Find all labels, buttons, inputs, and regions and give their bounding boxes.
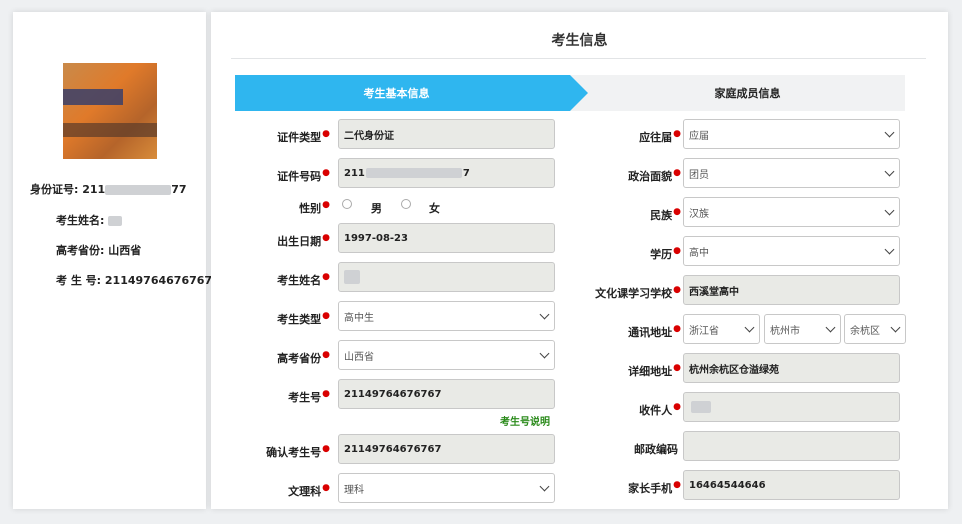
id-number-field[interactable]: 211 7 [338, 158, 555, 188]
chevron-down-icon [884, 127, 895, 138]
student-type-select[interactable]: 高中生 [338, 301, 555, 331]
address-district-select[interactable]: 余杭区 [844, 314, 906, 344]
recipient-field[interactable] [683, 392, 900, 422]
profile-id-prefix: 211 [82, 183, 106, 196]
gender-male-radio[interactable] [342, 199, 352, 209]
label-province: 高考省份● [277, 350, 330, 365]
id-type-field[interactable]: 二代身份证 [338, 119, 555, 149]
label-subject: 文理科● [288, 483, 330, 498]
profile-id-label: 身份证号: [30, 183, 79, 196]
label-address: 通讯地址● [628, 324, 681, 339]
chevron-down-icon [890, 322, 901, 333]
label-student-type: 考生类型● [277, 311, 330, 326]
label-name: 考生姓名● [277, 272, 330, 287]
redacted-mask [108, 216, 123, 226]
tab-arrow-indicator [570, 75, 588, 111]
chevron-down-icon [744, 322, 755, 333]
chevron-down-icon [825, 322, 836, 333]
redacted-mask [365, 168, 462, 178]
profile-name-line: 考生姓名: [56, 212, 123, 228]
label-grad-status: 应往届● [639, 129, 681, 144]
student-info-panel: 考生信息 考生基本信息 家庭成员信息 证件类型● 二代身份证 证件号码● 211… [211, 12, 948, 509]
redacted-mask [691, 401, 711, 413]
tab-family-info[interactable]: 家庭成员信息 [570, 75, 905, 111]
gender-female-label: 女 [429, 202, 440, 215]
label-birth-date: 出生日期● [277, 233, 330, 248]
exam-no-help-link[interactable]: 考生号说明 [500, 413, 550, 428]
label-education: 学历● [650, 246, 681, 261]
redacted-mask [105, 185, 172, 195]
profile-name-label: 考生姓名: [56, 214, 105, 227]
ethnicity-select[interactable]: 汉族 [683, 197, 900, 227]
chevron-down-icon [884, 205, 895, 216]
label-school: 文化课学习学校● [595, 285, 681, 300]
gender-male-label: 男 [371, 202, 382, 215]
label-ethnicity: 民族● [650, 207, 681, 222]
redacted-mask [344, 270, 360, 284]
postcode-field[interactable] [683, 431, 900, 461]
birth-date-field[interactable]: 1997-08-23 [338, 223, 555, 253]
label-id-number: 证件号码● [277, 168, 330, 183]
chevron-down-icon [539, 348, 550, 359]
exam-no-field[interactable]: 21149764676767 [338, 379, 555, 409]
detail-address-field[interactable]: 杭州余杭区仓溢绿苑 [683, 353, 900, 383]
profile-province-line: 高考省份: 山西省 [56, 242, 141, 258]
label-recipient: 收件人● [639, 402, 681, 417]
profile-province-label: 高考省份: [56, 244, 105, 257]
avatar [63, 63, 157, 159]
chevron-down-icon [539, 481, 550, 492]
chevron-down-icon [884, 166, 895, 177]
political-select[interactable]: 团员 [683, 158, 900, 188]
chevron-down-icon [884, 244, 895, 255]
profile-province-value: 山西省 [108, 244, 142, 257]
school-field[interactable]: 西溪堂高中 [683, 275, 900, 305]
avatar-blur-band [63, 123, 157, 137]
label-postcode: 邮政编码 [634, 443, 678, 456]
profile-exam-no-line: 考 生 号: 21149764676767 [56, 272, 212, 288]
profile-exam-no-value: 21149764676767 [104, 274, 213, 287]
label-gender: 性别● [299, 200, 330, 215]
title-divider [231, 58, 926, 59]
address-city-select[interactable]: 杭州市 [764, 314, 841, 344]
gender-female-radio[interactable] [401, 199, 411, 209]
education-select[interactable]: 高中 [683, 236, 900, 266]
label-parent-phone: 家长手机● [628, 480, 681, 495]
address-province-select[interactable]: 浙江省 [683, 314, 760, 344]
profile-exam-no-label: 考 生 号: [56, 274, 102, 287]
chevron-down-icon [539, 309, 550, 320]
profile-card: 身份证号: 211 77 考生姓名: 高考省份: 山西省 考 生 号: 21149… [13, 12, 212, 509]
subject-select[interactable]: 理科 [338, 473, 555, 503]
parent-phone-field[interactable]: 16464544646 [683, 470, 900, 500]
profile-id-suffix: 77 [171, 183, 187, 196]
avatar-blur [63, 89, 123, 105]
label-exam-no: 考生号● [288, 389, 330, 404]
name-field[interactable] [338, 262, 555, 292]
confirm-exam-no-field[interactable]: 21149764676767 [338, 434, 555, 464]
label-political: 政治面貌● [628, 168, 681, 183]
grad-status-select[interactable]: 应届 [683, 119, 900, 149]
label-detail-address: 详细地址● [628, 363, 681, 378]
label-id-type: 证件类型● [277, 129, 330, 144]
page-title: 考生信息 [551, 33, 608, 49]
label-confirm-exam-no: 确认考生号● [266, 444, 330, 459]
tab-basic-info[interactable]: 考生基本信息 [235, 75, 570, 111]
profile-id-line: 身份证号: 211 77 [30, 181, 187, 197]
province-select[interactable]: 山西省 [338, 340, 555, 370]
